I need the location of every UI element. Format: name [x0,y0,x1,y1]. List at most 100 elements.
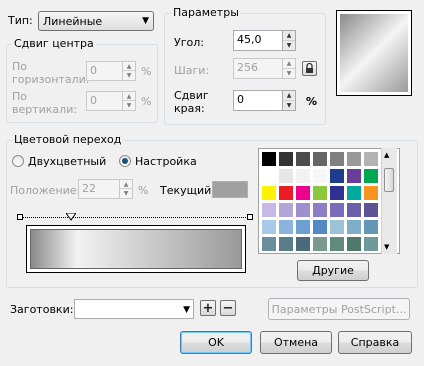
palette-swatch[interactable] [329,151,345,167]
spin-up-icon[interactable]: ▲ [283,59,295,69]
palette-swatch[interactable] [329,202,345,218]
help-button[interactable]: Справка [338,331,412,354]
palette-scrollbar[interactable]: ▲ ▼ [381,148,397,254]
palette-swatch[interactable] [295,185,311,201]
plus-icon: + [202,300,214,316]
palette-swatch[interactable] [363,151,379,167]
gradient-bar-frame [26,225,246,273]
position-spinner[interactable]: ▲ ▼ [119,179,133,199]
palette-swatch[interactable] [278,185,294,201]
palette-swatch[interactable] [261,151,277,167]
palette-swatch[interactable] [363,202,379,218]
palette-swatch[interactable] [312,185,328,201]
scroll-thumb[interactable] [384,168,394,192]
palette-swatch[interactable] [363,168,379,184]
spin-down-icon[interactable]: ▼ [123,71,135,80]
palette-swatch[interactable] [278,219,294,235]
palette-swatch[interactable] [278,151,294,167]
edge-pad-spinner[interactable]: ▲ ▼ [282,90,296,111]
gradient-end-handle[interactable] [247,214,253,220]
steps-input[interactable]: 256 [233,58,283,79]
palette-swatch[interactable] [295,236,311,252]
two-color-label[interactable]: Двухцветный [28,155,106,168]
palette-swatch[interactable] [346,151,362,167]
palette-swatch[interactable] [295,151,311,167]
vertical-label-2: вертикали: [12,103,78,116]
palette-swatch[interactable] [261,168,277,184]
angle-spinner[interactable]: ▲ ▼ [282,30,296,51]
spin-down-icon[interactable]: ▼ [283,69,295,79]
scroll-down-icon[interactable]: ▼ [384,243,389,251]
edge-pad-input[interactable]: 0 [233,90,283,111]
palette-swatch[interactable] [312,202,328,218]
horizontal-offset-spinner[interactable]: ▲ ▼ [122,61,136,81]
palette-swatch[interactable] [312,151,328,167]
custom-label[interactable]: Настройка [135,155,197,168]
color-palette[interactable] [261,151,396,252]
palette-swatch[interactable] [261,202,277,218]
add-preset-button[interactable]: + [200,300,216,316]
angle-input[interactable]: 45,0 [233,30,283,51]
chevron-down-icon[interactable]: ▼ [183,303,190,317]
palette-swatch[interactable] [329,236,345,252]
palette-swatch[interactable] [278,168,294,184]
palette-swatch[interactable] [346,236,362,252]
spin-up-icon[interactable]: ▲ [120,180,132,189]
ok-button[interactable]: OK [180,331,252,354]
horizontal-label-1: По [12,60,28,73]
spin-down-icon[interactable]: ▼ [283,101,295,111]
current-color-swatch[interactable] [212,181,248,198]
edge-label-1: Сдвиг [174,89,209,102]
palette-swatch[interactable] [261,236,277,252]
custom-radio[interactable] [119,155,131,167]
spin-down-icon[interactable]: ▼ [283,41,295,51]
palette-swatch[interactable] [363,185,379,201]
steps-label: Шаги: [174,64,210,77]
palette-swatch[interactable] [329,168,345,184]
scroll-up-icon[interactable]: ▲ [384,151,389,159]
palette-swatch[interactable] [295,219,311,235]
spin-up-icon[interactable]: ▲ [283,31,295,41]
horizontal-offset-input[interactable]: 0 [86,61,126,81]
steps-spinner[interactable]: ▲ ▼ [282,58,296,79]
spin-up-icon[interactable]: ▲ [283,91,295,101]
lock-steps-button[interactable] [302,61,317,76]
position-input[interactable]: 22 [78,179,122,199]
palette-swatch[interactable] [278,202,294,218]
other-colors-button[interactable]: Другие [297,260,369,281]
palette-swatch[interactable] [278,236,294,252]
palette-swatch[interactable] [346,168,362,184]
palette-swatch[interactable] [329,219,345,235]
vertical-offset-input[interactable]: 0 [86,91,126,111]
palette-swatch[interactable] [261,219,277,235]
gradient-bar[interactable] [30,229,242,269]
palette-swatch[interactable] [346,185,362,201]
two-color-radio[interactable] [12,155,24,167]
spin-down-icon[interactable]: ▼ [120,189,132,198]
palette-swatch[interactable] [363,236,379,252]
palette-swatch[interactable] [346,219,362,235]
spin-up-icon[interactable]: ▲ [123,92,135,101]
postscript-options-button[interactable]: Параметры PostScript... [268,298,410,320]
palette-swatch[interactable] [312,168,328,184]
palette-swatch[interactable] [295,202,311,218]
palette-swatch[interactable] [312,219,328,235]
spin-down-icon[interactable]: ▼ [123,101,135,110]
gradient-start-handle[interactable] [17,214,23,220]
palette-swatch[interactable] [363,219,379,235]
type-select[interactable]: Линейные ▼ [38,11,154,31]
chevron-down-icon: ▼ [142,16,149,26]
lock-icon [306,62,313,73]
remove-preset-button[interactable]: − [220,300,236,316]
palette-swatch[interactable] [295,168,311,184]
palette-swatch[interactable] [346,202,362,218]
presets-label: Заготовки: [10,303,74,316]
presets-combo[interactable]: ▼ [74,299,194,319]
gradient-stop-marker[interactable] [65,213,76,221]
palette-swatch[interactable] [312,236,328,252]
palette-swatch[interactable] [261,185,277,201]
cancel-button[interactable]: Отмена [260,331,332,354]
spin-up-icon[interactable]: ▲ [123,62,135,71]
palette-swatch[interactable] [329,185,345,201]
vertical-offset-spinner[interactable]: ▲ ▼ [122,91,136,111]
